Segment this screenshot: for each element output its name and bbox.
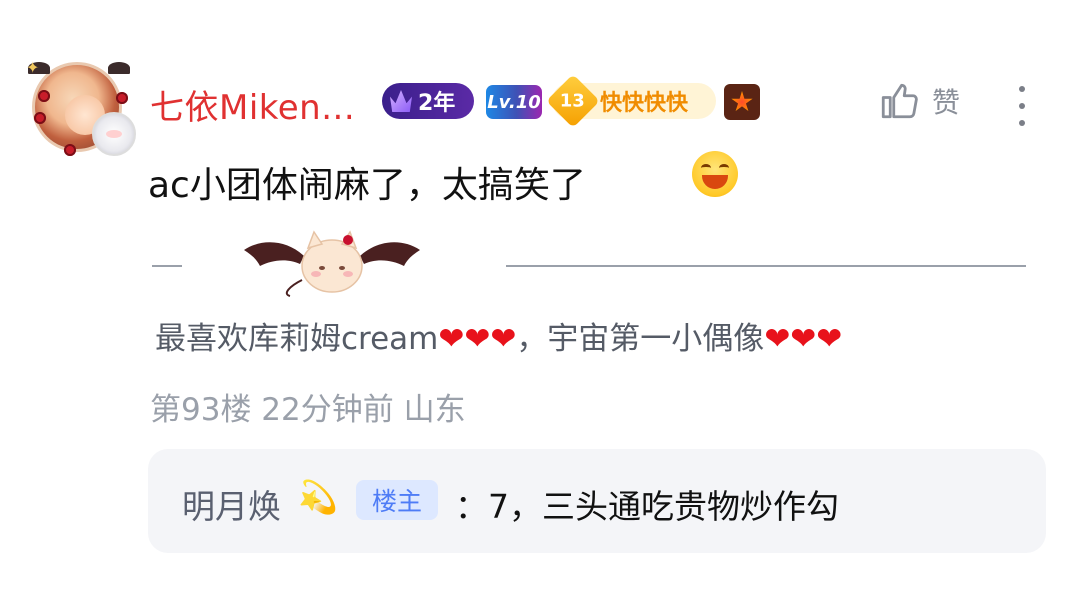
signature-divider-right [506,265,1026,267]
right-wing-decoration [108,62,130,74]
fan-level-diamond: 13 [546,74,600,128]
heart-icons: ❤❤❤ [438,321,517,357]
medal-star-icon [731,91,753,112]
sparkle-icon: ✦ [26,58,40,77]
laughing-emoji [692,151,738,197]
rose-decoration [38,90,50,102]
like-button[interactable]: 赞 [878,80,960,122]
reply-author[interactable]: 明月焕 [182,480,281,528]
avatar[interactable]: ✦ [24,56,136,160]
fan-level-number: 13 [560,90,586,112]
user-signature: 最喜欢库莉姆cream❤❤❤，宇宙第一小偶像❤❤❤ [155,313,842,358]
fan-badge-title: 快快快快 [600,91,689,116]
dizzy-star-emoji: 💫 [298,478,338,516]
reply-text: ：7，三头通吃贵物炒作勾 [455,487,839,526]
avatar-chibi-decoration [92,112,136,156]
signature-divider-left [152,265,182,267]
devil-cat-mascot [244,230,420,297]
level-badge: Lv.10 [486,85,542,119]
years-badge-label: 2年 [418,91,456,116]
heart-icons: ❤❤❤ [764,321,843,357]
comment-text: ac小团体闹麻了，太搞笑了 [148,165,586,206]
rose-decoration [34,112,46,124]
comment-meta: 第93楼 22分钟前 山东 [150,392,466,428]
like-label: 赞 [932,86,961,119]
signature-part-2: ，宇宙第一小偶像 [516,321,765,357]
thumbs-up-icon [881,83,918,119]
years-badge: 2年 [382,83,474,119]
crown-icon [390,90,412,112]
fan-badge[interactable]: 13 快快快快 [546,74,716,128]
more-vertical-icon[interactable] [1008,86,1036,126]
rose-decoration [116,92,128,104]
signature-part-1: 最喜欢库莉姆cream [155,321,439,357]
level-badge-label: Lv.10 [487,91,541,113]
medal-icon [724,84,760,120]
username[interactable]: 七依Miken... [150,80,355,129]
rose-decoration [64,144,76,156]
owner-tag: 楼主 [356,480,438,520]
